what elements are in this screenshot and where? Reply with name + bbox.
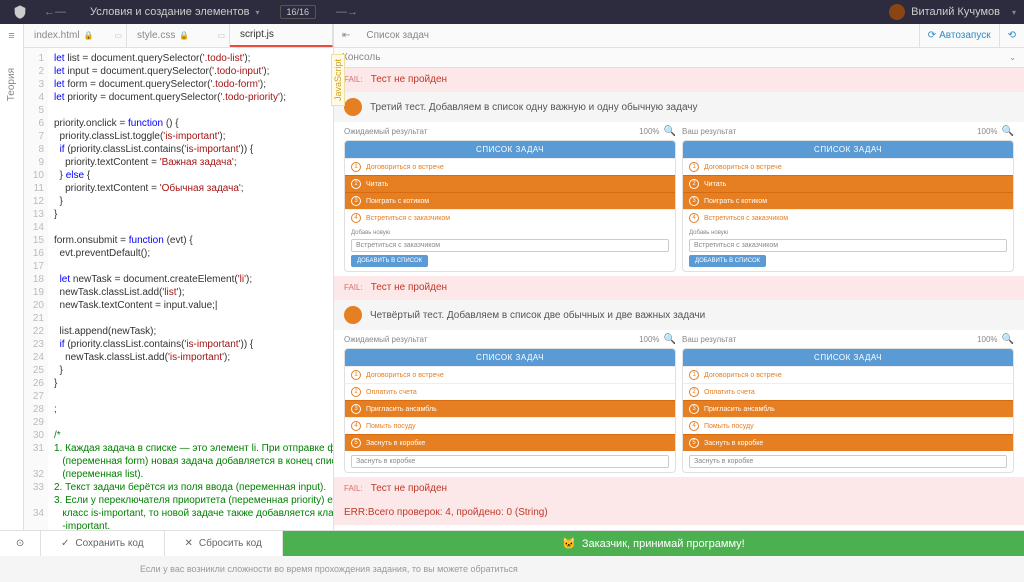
help-icon[interactable]: ⊙ xyxy=(0,531,41,556)
test4-header: Четвёртый тест. Добавляем в список две о… xyxy=(334,300,1024,330)
console-header[interactable]: Консоль⌄ xyxy=(334,48,1024,68)
collapse-icon[interactable]: ⇤ xyxy=(334,30,358,41)
your-list-4: СПИСОК ЗАДАЧ 1Договориться о встрече 2Оп… xyxy=(682,348,1014,473)
preview-header: ⇤ Список задач ⟳Автозапуск ⟲ xyxy=(334,24,1024,48)
sidebar: ≡ Теория xyxy=(0,24,24,530)
logo[interactable] xyxy=(8,0,32,24)
preview-body: FAIL:Тест не пройден Третий тест. Добавл… xyxy=(334,68,1024,530)
zoom-icon[interactable]: 🔍 xyxy=(664,126,676,137)
editor-pane: index.html🔒▭ style.css🔒▭ script.js 12345… xyxy=(24,24,334,530)
zoom-icon[interactable]: 🔍 xyxy=(1002,334,1014,345)
sidebar-theory[interactable]: Теория xyxy=(6,68,17,101)
topbar: ←— Условия и создание элементов▾ 16/16 —… xyxy=(0,0,1024,24)
reset-button[interactable]: ✕Сбросить код xyxy=(165,531,283,556)
test3-results: Ожидаемый результат100%🔍 СПИСОК ЗАДАЧ 1Д… xyxy=(334,122,1024,276)
zoom-icon[interactable]: 🔍 xyxy=(1002,126,1014,137)
user-menu[interactable]: Виталий Кучумов▾ xyxy=(889,4,1016,20)
js-label[interactable]: JavaScript xyxy=(331,54,345,106)
preview-title: Список задач xyxy=(358,30,437,41)
progress-counter: 16/16 xyxy=(280,5,317,19)
fail-banner: FAIL:Тест не пройден xyxy=(334,477,1024,501)
expand-icon[interactable]: ⌄ xyxy=(1009,53,1016,62)
tab-index-html[interactable]: index.html🔒▭ xyxy=(24,24,127,47)
breadcrumb[interactable]: Условия и создание элементов▾ xyxy=(78,6,272,18)
menu-icon[interactable]: ≡ xyxy=(0,24,24,48)
lock-icon: 🔒 xyxy=(84,31,94,40)
test4-results: Ожидаемый результат100%🔍 СПИСОК ЗАДАЧ 1Д… xyxy=(334,330,1024,477)
expected-list-4: СПИСОК ЗАДАЧ 1Договориться о встрече 2Оп… xyxy=(344,348,676,473)
your-list: СПИСОК ЗАДАЧ 1Договориться о встрече 2Чи… xyxy=(682,140,1014,272)
test3-header: Третий тест. Добавляем в список одну важ… xyxy=(334,92,1024,122)
fail-banner: FAIL:Тест не пройден xyxy=(334,276,1024,300)
tab-script-js[interactable]: script.js xyxy=(230,24,333,47)
refresh-icon[interactable]: ⟲ xyxy=(999,24,1024,48)
hint-text: Если у вас возникли сложности во время п… xyxy=(0,556,1024,582)
tab-style-css[interactable]: style.css🔒▭ xyxy=(127,24,230,47)
save-button[interactable]: ✓Сохранить код xyxy=(41,531,165,556)
fail-banner: FAIL:Тест не пройден xyxy=(334,68,1024,92)
nav-back[interactable]: ←— xyxy=(32,6,78,18)
footer: ⊙ ✓Сохранить код ✕Сбросить код 🐱Заказчик… xyxy=(0,530,1024,556)
test-icon xyxy=(344,306,362,324)
preview-pane: JavaScript ⇤ Список задач ⟳Автозапуск ⟲ … xyxy=(334,24,1024,530)
zoom-icon[interactable]: 🔍 xyxy=(664,334,676,345)
editor-tabs: index.html🔒▭ style.css🔒▭ script.js xyxy=(24,24,333,48)
line-gutter: 1234567891011121314151617181920212223242… xyxy=(24,48,48,530)
add-button[interactable]: ДОБАВИТЬ В СПИСОК xyxy=(689,255,766,267)
expected-list: СПИСОК ЗАДАЧ 1Договориться о встрече 2Чи… xyxy=(344,140,676,272)
submit-button[interactable]: 🐱Заказчик, принимай программу! xyxy=(283,531,1024,556)
err-banner: ERR:Всего проверок: 4, пройдено: 0 (Stri… xyxy=(334,501,1024,525)
autorun-button[interactable]: ⟳Автозапуск xyxy=(919,24,999,48)
add-button[interactable]: ДОБАВИТЬ В СПИСОК xyxy=(351,255,428,267)
lock-icon: 🔒 xyxy=(179,31,189,40)
nav-fwd[interactable]: —→ xyxy=(324,6,370,18)
code-editor[interactable]: 1234567891011121314151617181920212223242… xyxy=(24,48,333,530)
minimize-icon[interactable]: ▭ xyxy=(114,31,122,40)
test-icon xyxy=(344,98,362,116)
minimize-icon[interactable]: ▭ xyxy=(217,31,225,40)
avatar xyxy=(889,4,905,20)
code-body[interactable]: let list = document.querySelector('.todo… xyxy=(48,48,333,530)
